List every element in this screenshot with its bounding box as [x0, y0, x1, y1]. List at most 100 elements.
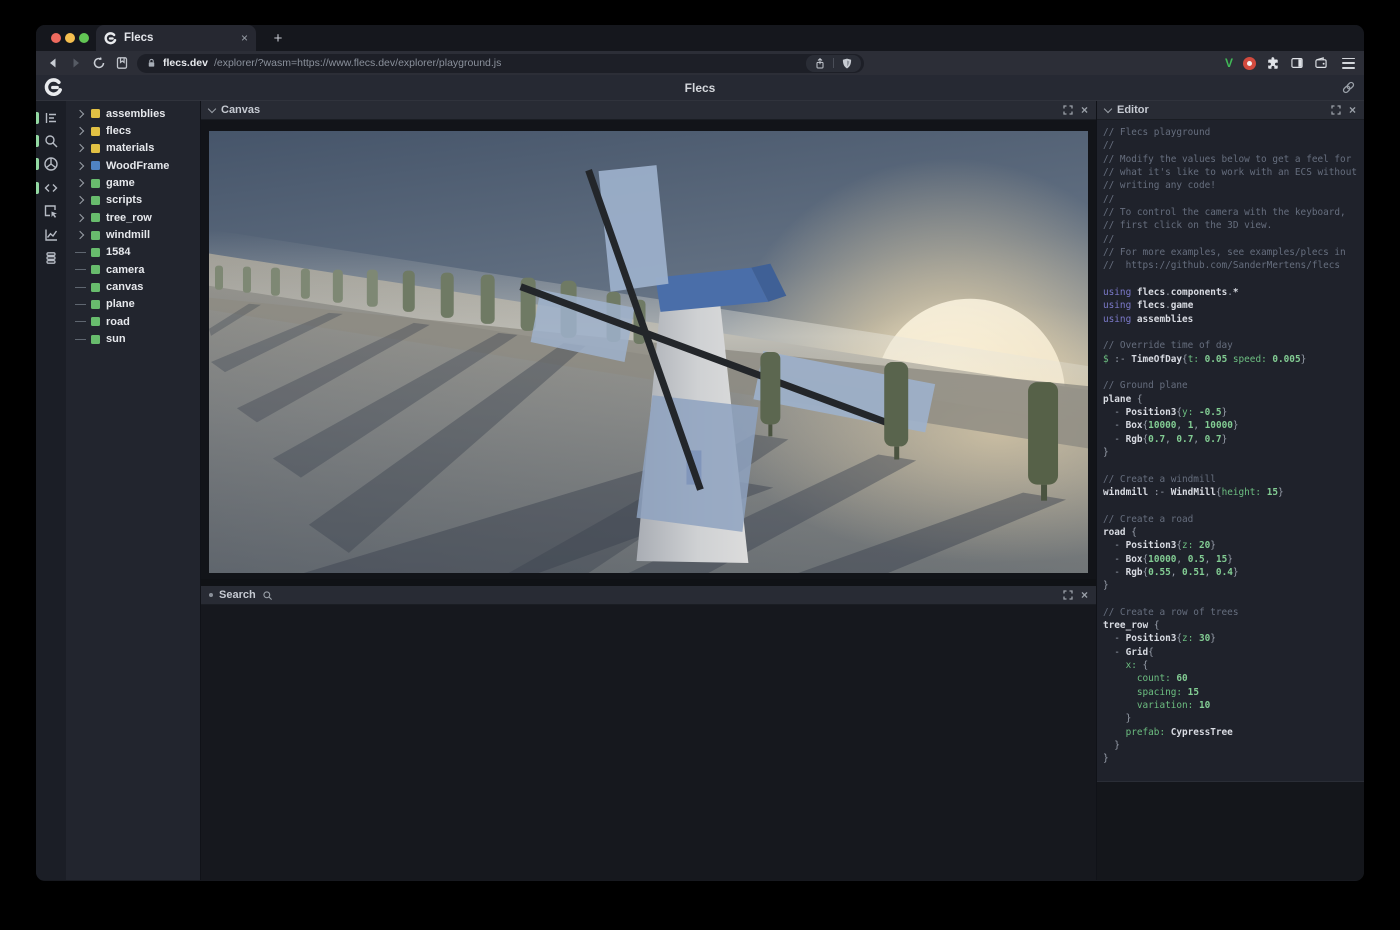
entity-kind-square [91, 283, 100, 292]
chevron-right-icon[interactable] [76, 161, 84, 169]
tree-item-label: plane [106, 298, 135, 310]
vue-extension-icon[interactable]: V [1225, 56, 1233, 70]
tree-line [75, 339, 86, 340]
close-icon[interactable]: × [1081, 589, 1088, 601]
extension-bar: V [1225, 56, 1355, 70]
entity-kind-square [91, 213, 100, 222]
minimize-button[interactable] [65, 33, 75, 43]
browser-tab[interactable]: Flecs × [96, 25, 256, 51]
chevron-right-icon[interactable] [76, 196, 84, 204]
entity-kind-square [91, 335, 100, 344]
entity-kind-square [91, 161, 100, 170]
entity-kind-square [91, 109, 100, 118]
expand-icon[interactable] [1063, 590, 1073, 600]
canvas-panel-header: Canvas × [201, 101, 1096, 120]
close-icon[interactable]: × [1081, 104, 1088, 116]
browser-window: Flecs × + flecs.dev/explorer/?wasm=https… [36, 25, 1364, 881]
chevron-right-icon[interactable] [76, 144, 84, 152]
tree-item-assemblies[interactable]: assemblies [66, 105, 200, 122]
data-rows-icon[interactable] [36, 246, 66, 269]
code-icon[interactable] [36, 176, 66, 199]
tree-item-scripts[interactable]: scripts [66, 192, 200, 209]
divider [833, 58, 834, 68]
search-panel-header: Search × [201, 586, 1096, 605]
reload-icon[interactable] [91, 55, 107, 71]
share-icon[interactable] [814, 57, 826, 70]
tree-item-1584[interactable]: 1584 [66, 244, 200, 261]
expand-icon[interactable] [1063, 105, 1073, 115]
flecs-logo-icon [44, 78, 63, 97]
inspect-icon[interactable] [36, 200, 66, 223]
tree-item-label: camera [106, 264, 145, 276]
expand-icon[interactable] [1331, 105, 1341, 115]
tree-item-label: windmill [106, 229, 150, 241]
entity-kind-square [91, 231, 100, 240]
shield-icon[interactable] [841, 57, 853, 70]
tree-item-windmill[interactable]: windmill [66, 226, 200, 243]
url-domain: flecs.dev [163, 57, 208, 69]
lock-icon [146, 57, 157, 69]
tree-item-tree_row[interactable]: tree_row [66, 209, 200, 226]
share-link-icon[interactable] [1341, 80, 1356, 95]
tree-item-label: WoodFrame [106, 160, 169, 172]
extensions-puzzle-icon[interactable] [1266, 56, 1280, 70]
entity-kind-square [91, 127, 100, 136]
editor-panel-header: Editor × [1097, 101, 1364, 120]
search-panel-title: Search [219, 589, 256, 601]
chevron-right-icon[interactable] [76, 109, 84, 117]
menu-icon[interactable] [1342, 58, 1355, 69]
chevron-down-icon[interactable] [1104, 105, 1112, 113]
bookmark-icon[interactable] [114, 55, 130, 71]
tree-line [75, 321, 86, 322]
side-panel-icon[interactable] [1290, 56, 1304, 70]
window-controls [51, 33, 89, 43]
zoom-button[interactable] [79, 33, 89, 43]
browser-toolbar: flecs.dev/explorer/?wasm=https://www.fle… [36, 51, 1364, 75]
new-tab-button[interactable]: + [268, 28, 288, 48]
tab-close-icon[interactable]: × [241, 32, 248, 44]
tree-item-canvas[interactable]: canvas [66, 278, 200, 295]
tree-item-materials[interactable]: materials [66, 140, 200, 157]
chevron-right-icon[interactable] [76, 231, 84, 239]
tree-item-game[interactable]: game [66, 174, 200, 191]
close-icon[interactable]: × [1349, 104, 1356, 116]
bullet-icon[interactable] [209, 593, 213, 597]
search-icon [262, 590, 273, 601]
3d-view-icon[interactable] [36, 153, 66, 176]
tree-item-plane[interactable]: plane [66, 296, 200, 313]
blocker-extension-icon[interactable] [1243, 57, 1256, 70]
close-button[interactable] [51, 33, 61, 43]
canvas-3d-view[interactable] [209, 131, 1088, 573]
url-bar[interactable]: flecs.dev/explorer/?wasm=https://www.fle… [137, 54, 864, 73]
flecs-favicon-icon [104, 32, 117, 45]
entity-kind-square [91, 144, 100, 153]
entity-tree-icon[interactable] [36, 106, 66, 129]
entity-kind-square [91, 265, 100, 274]
tree-item-sun[interactable]: sun [66, 330, 200, 347]
tree-item-road[interactable]: road [66, 313, 200, 330]
back-icon[interactable] [45, 55, 61, 71]
tree-line [75, 269, 86, 270]
tree-item-flecs[interactable]: flecs [66, 122, 200, 139]
entity-kind-square [91, 196, 100, 205]
entity-kind-square [91, 248, 100, 257]
tree-item-WoodFrame[interactable]: WoodFrame [66, 157, 200, 174]
wallet-icon[interactable] [1314, 56, 1328, 70]
forward-icon[interactable] [68, 55, 84, 71]
chevron-right-icon[interactable] [76, 127, 84, 135]
tree-item-label: flecs [106, 125, 131, 137]
icon-rail [36, 101, 66, 880]
tree-item-label: road [106, 316, 130, 328]
chevron-right-icon[interactable] [76, 179, 84, 187]
tree-line [75, 252, 86, 253]
search-icon[interactable] [36, 129, 66, 152]
tree-item-camera[interactable]: camera [66, 261, 200, 278]
page-title: Flecs [685, 81, 716, 95]
editor-panel: Editor × // Flecs playground//// Modify … [1097, 101, 1364, 880]
chevron-down-icon[interactable] [208, 105, 216, 113]
url-actions [806, 55, 861, 72]
code-editor[interactable]: // Flecs playground//// Modify the value… [1097, 120, 1364, 781]
stats-chart-icon[interactable] [36, 223, 66, 246]
chevron-right-icon[interactable] [76, 213, 84, 221]
tree-item-label: materials [106, 142, 154, 154]
